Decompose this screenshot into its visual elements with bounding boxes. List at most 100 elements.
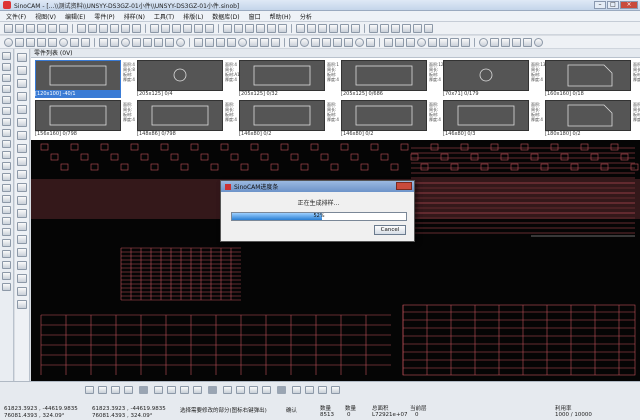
- toolbar-tool-icon[interactable]: [424, 23, 433, 33]
- toolbar-tool-icon[interactable]: [26, 23, 35, 33]
- toolbar-tool-icon[interactable]: [161, 23, 170, 33]
- toolbar-tool-icon[interactable]: [193, 385, 202, 394]
- toolbar-tool-icon[interactable]: [111, 385, 120, 394]
- toolbar-tool-icon[interactable]: [17, 235, 27, 244]
- toolbar-tool-icon[interactable]: [267, 23, 276, 33]
- toolbar-tool-icon[interactable]: [318, 385, 327, 394]
- toolbar-tool-icon[interactable]: [70, 37, 79, 47]
- toolbar-tool-icon[interactable]: [121, 23, 130, 33]
- toolbar-tool-icon[interactable]: [461, 37, 470, 47]
- toolbar-tool-icon[interactable]: [110, 23, 119, 33]
- toolbar-tool-icon[interactable]: [4, 23, 13, 33]
- toolbar-tool-icon[interactable]: [2, 52, 11, 60]
- toolbar-tool-icon[interactable]: [99, 37, 108, 47]
- toolbar-tool-icon[interactable]: [307, 23, 316, 33]
- toolbar-tool-icon[interactable]: [194, 23, 203, 33]
- toolbar-tool-icon[interactable]: [227, 37, 236, 47]
- toolbar-tool-icon[interactable]: [479, 37, 488, 47]
- toolbar-tool-icon[interactable]: [98, 385, 107, 394]
- menu-layout[interactable]: 排版(L): [183, 12, 203, 21]
- toolbar-tool-icon[interactable]: [355, 37, 364, 47]
- toolbar-tool-icon[interactable]: [176, 37, 185, 47]
- toolbar-tool-icon[interactable]: [223, 385, 232, 394]
- toolbar-tool-icon[interactable]: [2, 140, 11, 148]
- toolbar-tool-icon[interactable]: [2, 261, 11, 269]
- toolbar-tool-icon[interactable]: [150, 23, 159, 33]
- toolbar-tool-icon[interactable]: [165, 37, 174, 47]
- dialog-close-button[interactable]: [396, 182, 412, 190]
- toolbar-tool-icon[interactable]: [534, 37, 543, 47]
- toolbar-tool-icon[interactable]: [490, 37, 499, 47]
- toolbar-tool-icon[interactable]: [344, 37, 353, 47]
- toolbar-tool-icon[interactable]: [17, 79, 27, 88]
- toolbar-tool-icon[interactable]: [340, 23, 349, 33]
- toolbar-tool-icon[interactable]: [15, 23, 24, 33]
- toolbar-tool-icon[interactable]: [296, 23, 305, 33]
- menu-tools[interactable]: 工具(T): [154, 12, 174, 21]
- toolbar-tool-icon[interactable]: [329, 23, 338, 33]
- toolbar-tool-icon[interactable]: [2, 217, 11, 225]
- toolbar-tool-icon[interactable]: [154, 37, 163, 47]
- drawing-canvas[interactable]: [31, 140, 640, 381]
- toolbar-tool-icon[interactable]: [17, 274, 27, 283]
- toolbar-tool-icon[interactable]: [512, 37, 521, 47]
- part-thumbnail[interactable]: [205x125] 0/4 面积:4 周长: 板材:A1 厚度:4: [137, 60, 240, 98]
- toolbar-tool-icon[interactable]: [99, 23, 108, 33]
- toolbar-tool-icon[interactable]: [17, 209, 27, 218]
- confirm-label[interactable]: 确认: [286, 406, 297, 414]
- toolbar-tool-icon[interactable]: [88, 23, 97, 33]
- toolbar-tool-icon[interactable]: [132, 37, 141, 47]
- toolbar-tool-icon[interactable]: [17, 248, 27, 257]
- menu-view[interactable]: 视图(V): [35, 12, 56, 21]
- toolbar-tool-icon[interactable]: [333, 37, 342, 47]
- toolbar-tool-icon[interactable]: [2, 228, 11, 236]
- toolbar-tool-icon[interactable]: [384, 37, 393, 47]
- toolbar-tool-icon[interactable]: [37, 23, 46, 33]
- part-thumbnail[interactable]: [205x125] 0/686 面积:12 周长: 板材: 厚度:4: [341, 60, 443, 98]
- toolbar-tool-icon[interactable]: [143, 37, 152, 47]
- toolbar-tool-icon[interactable]: [17, 183, 27, 192]
- toolbar-tool-icon[interactable]: [292, 385, 301, 394]
- toolbar-tool-icon[interactable]: [256, 23, 265, 33]
- toolbar-tool-icon[interactable]: [2, 63, 11, 71]
- toolbar-tool-icon[interactable]: [81, 37, 90, 47]
- menu-database[interactable]: 数据库(D): [212, 12, 239, 21]
- toolbar-tool-icon[interactable]: [4, 37, 13, 47]
- toolbar-tool-icon[interactable]: [2, 184, 11, 192]
- toolbar-tool-icon[interactable]: [236, 385, 245, 394]
- toolbar-tool-icon[interactable]: [110, 37, 119, 47]
- toolbar-tool-icon[interactable]: [402, 23, 411, 33]
- toolbar-tool-icon[interactable]: [205, 23, 214, 33]
- toolbar-tool-icon[interactable]: [2, 283, 11, 291]
- toolbar-tool-icon[interactable]: [271, 37, 280, 47]
- toolbar-tool-icon[interactable]: [17, 196, 27, 205]
- toolbar-tool-icon[interactable]: [17, 300, 27, 309]
- close-button[interactable]: ×: [620, 1, 638, 9]
- part-thumbnail[interactable]: [205x125] 0/32 面积:1 周长: 板材: 厚度:4: [239, 60, 339, 98]
- minimize-button[interactable]: –: [594, 1, 606, 9]
- toolbar-tool-icon[interactable]: [183, 23, 192, 33]
- toolbar-tool-icon[interactable]: [121, 37, 130, 47]
- toolbar-tool-icon[interactable]: [17, 66, 27, 75]
- toolbar-tool-icon[interactable]: [238, 37, 247, 47]
- menu-edit[interactable]: 编辑(E): [65, 12, 85, 21]
- toolbar-tool-icon[interactable]: [2, 162, 11, 170]
- toolbar-tool-icon[interactable]: [2, 151, 11, 159]
- toolbar-tool-icon[interactable]: [2, 206, 11, 214]
- toolbar-tool-icon[interactable]: [17, 144, 27, 153]
- toolbar-tool-icon[interactable]: [395, 37, 404, 47]
- toolbar-tool-icon[interactable]: [216, 37, 225, 47]
- toolbar-tool-icon[interactable]: [366, 37, 375, 47]
- toolbar-tool-icon[interactable]: [2, 250, 11, 258]
- cancel-button[interactable]: Cancel: [374, 225, 406, 235]
- toolbar-tool-icon[interactable]: [351, 23, 360, 33]
- toolbar-tool-icon[interactable]: [223, 23, 232, 33]
- menu-analysis[interactable]: 分析: [300, 12, 312, 21]
- toolbar-tool-icon[interactable]: [523, 37, 532, 47]
- toolbar-tool-icon[interactable]: [48, 37, 57, 47]
- toolbar-tool-icon[interactable]: [85, 385, 94, 394]
- toolbar-tool-icon[interactable]: [278, 23, 287, 33]
- toolbar-tool-icon[interactable]: [2, 129, 11, 137]
- toolbar-tool-icon[interactable]: [234, 23, 243, 33]
- toolbar-tool-icon[interactable]: [501, 37, 510, 47]
